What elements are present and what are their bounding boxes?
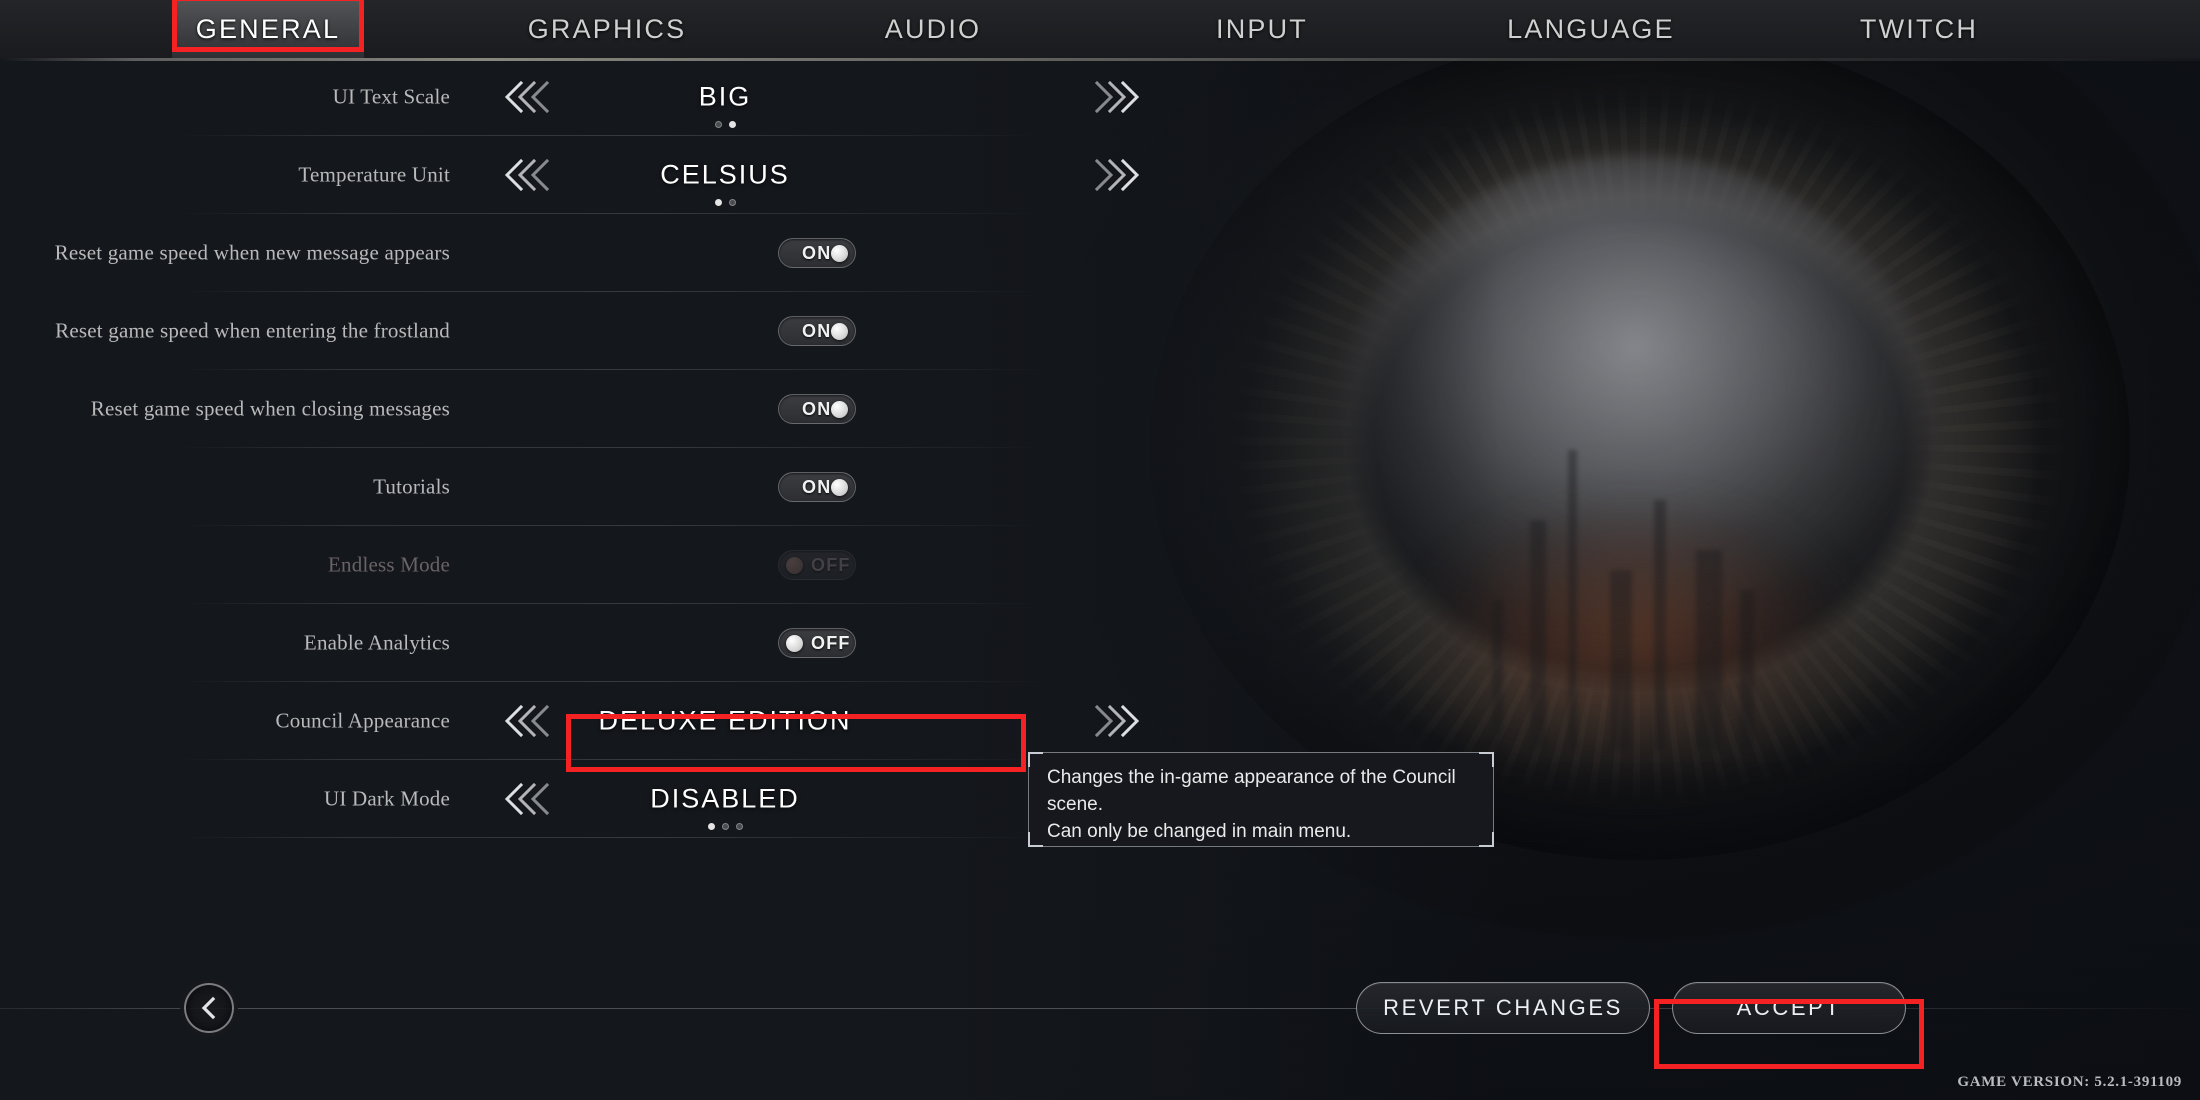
accept-button[interactable]: ACCEPT — [1672, 982, 1906, 1034]
setting-toggle[interactable]: ON — [778, 316, 856, 346]
setting-label: Reset game speed when new message appear… — [54, 240, 450, 265]
setting-label: Endless Mode — [328, 552, 450, 577]
tab-label: LANGUAGE — [1507, 13, 1675, 44]
chevron-right-triple-icon — [1094, 704, 1140, 738]
toggle-knob — [786, 634, 803, 652]
chevron-left-icon — [201, 996, 216, 1020]
tab-label: INPUT — [1216, 13, 1308, 44]
toggle-knob — [786, 556, 803, 574]
tooltip-line-2: scene. — [1047, 793, 1103, 815]
stepper-dot — [735, 823, 743, 830]
stepper-dot — [728, 121, 736, 128]
setting-toggle: OFF — [778, 550, 856, 580]
stepper-dot — [728, 199, 736, 206]
tab-general[interactable]: GENERAL — [172, 0, 364, 58]
tooltip-line-1: Changes the in-game appearance of the Co… — [1047, 767, 1456, 788]
stepper-dot — [707, 823, 715, 830]
tooltip-corner-tl — [1028, 752, 1043, 767]
settings-row: Endless Mode OFF — [0, 526, 1500, 604]
settings-row: Reset game speed when new message appear… — [0, 214, 1500, 292]
row-separator — [180, 837, 1040, 838]
stepper-page-dots — [490, 121, 960, 128]
tab-label: GRAPHICS — [527, 13, 687, 44]
setting-toggle[interactable]: OFF — [778, 628, 856, 658]
toggle-knob — [831, 400, 848, 418]
tooltip-corner-bl — [1028, 832, 1043, 847]
tab-language[interactable]: LANGUAGE — [1486, 0, 1696, 58]
toggle-state-label: ON — [802, 476, 832, 497]
setting-stepper: CELSIUS — [490, 136, 1140, 214]
setting-stepper: DISABLED — [490, 760, 1140, 838]
setting-label: Reset game speed when closing messages — [90, 396, 450, 421]
setting-label: Council Appearance — [275, 708, 450, 733]
settings-list: UI Text Scale BIG Temperature Unit CELSIUS R… — [0, 58, 1500, 838]
stepper-next-button[interactable] — [1090, 701, 1142, 741]
chevron-right-triple-icon — [1094, 158, 1140, 192]
tooltip-corner-tr — [1479, 752, 1494, 767]
tooltip-corner-br — [1479, 832, 1494, 847]
stepper-page-dots — [490, 823, 960, 830]
stepper-value[interactable]: BIG — [490, 82, 960, 113]
settings-row: Temperature Unit CELSIUS — [0, 136, 1500, 214]
tab-label: GENERAL — [195, 13, 341, 44]
toggle-knob — [831, 478, 848, 496]
toggle-state-label: ON — [802, 398, 832, 419]
toggle-state-label: OFF — [811, 632, 851, 653]
settings-row: Council Appearance DELUXE EDITION — [0, 682, 1500, 760]
settings-row: UI Text Scale BIG — [0, 58, 1500, 136]
setting-label: UI Text Scale — [332, 84, 450, 109]
game-version-label: GAME VERSION: 5.2.1-391109 — [1957, 1074, 2182, 1090]
toggle-state-label: ON — [802, 242, 832, 263]
stepper-dot — [714, 121, 722, 128]
setting-label: UI Dark Mode — [323, 786, 450, 811]
tab-label: AUDIO — [884, 13, 982, 44]
setting-toggle[interactable]: ON — [778, 394, 856, 424]
tab-audio[interactable]: AUDIO — [848, 0, 1018, 58]
stepper-value[interactable]: CELSIUS — [490, 160, 960, 191]
stepper-next-button[interactable] — [1090, 77, 1142, 117]
tab-twitch[interactable]: TWITCH — [1827, 0, 2012, 58]
toggle-state-label: ON — [802, 320, 832, 341]
council-appearance-tooltip: Changes the in-game appearance of the Co… — [1028, 752, 1494, 847]
settings-row: Reset game speed when closing messages ON — [0, 370, 1500, 448]
setting-label: Tutorials — [373, 474, 450, 499]
stepper-value[interactable]: DELUXE EDITION — [490, 706, 960, 737]
tab-input[interactable]: INPUT — [1182, 0, 1342, 58]
toggle-knob — [831, 322, 848, 340]
setting-toggle[interactable]: ON — [778, 238, 856, 268]
settings-tab-bar: GENERAL GRAPHICS AUDIO INPUT LANGUAGE TWITCH — [0, 0, 2200, 61]
stepper-dot — [721, 823, 729, 830]
tooltip-line-3: Can only be changed in main menu. — [1047, 820, 1352, 842]
stepper-page-dots — [490, 199, 960, 206]
toggle-state-label: OFF — [811, 554, 851, 575]
setting-stepper: BIG — [490, 58, 1140, 136]
setting-stepper: DELUXE EDITION — [490, 682, 1140, 760]
revert-changes-button[interactable]: REVERT CHANGES — [1356, 982, 1650, 1034]
stepper-dot — [714, 199, 722, 206]
setting-label: Reset game speed when entering the frost… — [55, 318, 450, 343]
stepper-next-button[interactable] — [1090, 155, 1142, 195]
settings-row: Tutorials ON — [0, 448, 1500, 526]
setting-toggle[interactable]: ON — [778, 472, 856, 502]
tab-graphics[interactable]: GRAPHICS — [507, 0, 707, 58]
settings-row: Enable Analytics OFF — [0, 604, 1500, 682]
back-button[interactable] — [184, 983, 234, 1033]
chevron-right-triple-icon — [1094, 80, 1140, 114]
footer-bar: REVERT CHANGES ACCEPT GAME VERSION: 5.2.… — [0, 970, 2200, 1100]
setting-label: Enable Analytics — [303, 630, 450, 655]
toggle-knob — [831, 244, 848, 262]
setting-label: Temperature Unit — [298, 162, 450, 187]
tab-label: TWITCH — [1859, 13, 1979, 44]
settings-row: Reset game speed when entering the frost… — [0, 292, 1500, 370]
stepper-value[interactable]: DISABLED — [490, 784, 960, 815]
